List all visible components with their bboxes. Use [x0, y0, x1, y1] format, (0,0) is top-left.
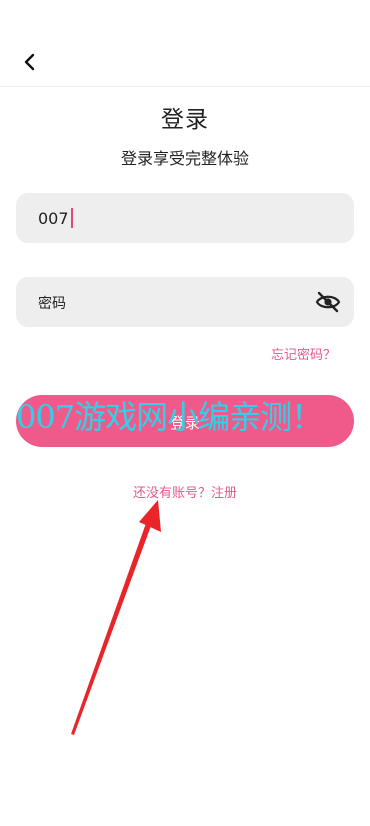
account-field-value: 007 [38, 208, 73, 228]
forgot-password-link[interactable]: 忘记密码？ [271, 344, 336, 363]
toggle-password-visibility-button[interactable] [315, 290, 341, 314]
chevron-left-icon [24, 53, 35, 71]
account-input[interactable]: 007 [16, 193, 354, 243]
eye-off-icon [315, 291, 341, 313]
text-cursor [70, 208, 73, 228]
watermark-text: 007游戏网小编亲测！ [16, 398, 323, 436]
arrow-shaft [71, 512, 155, 735]
page-subtitle: 登录享受完整体验 [120, 149, 249, 168]
back-button[interactable] [14, 46, 46, 78]
password-input[interactable]: 密码 [16, 277, 354, 327]
register-link[interactable]: 还没有账号？注册 [0, 482, 370, 501]
arrow-head [139, 500, 161, 532]
top-bar [0, 0, 370, 87]
account-value-text: 007 [38, 208, 69, 228]
page-title: 登录 [161, 107, 209, 133]
password-placeholder: 密码 [38, 296, 66, 312]
